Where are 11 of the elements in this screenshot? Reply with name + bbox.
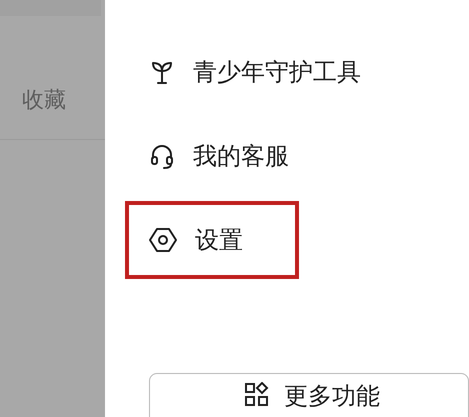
more-features-button[interactable]: 更多功能 [149,373,469,417]
menu-item[interactable]: 我的客服 [125,117,313,195]
grid-icon [244,382,270,408]
menu-item[interactable]: 设置 [125,201,299,279]
menu-label: 设置 [195,225,243,256]
menu-label: 青少年守护工具 [193,57,361,88]
menu-label: 我的客服 [193,141,289,172]
menu-item[interactable]: 青少年守护工具 [125,33,385,111]
headset-icon [149,143,175,169]
sprout-icon [149,59,175,85]
settings-icon [149,227,177,253]
